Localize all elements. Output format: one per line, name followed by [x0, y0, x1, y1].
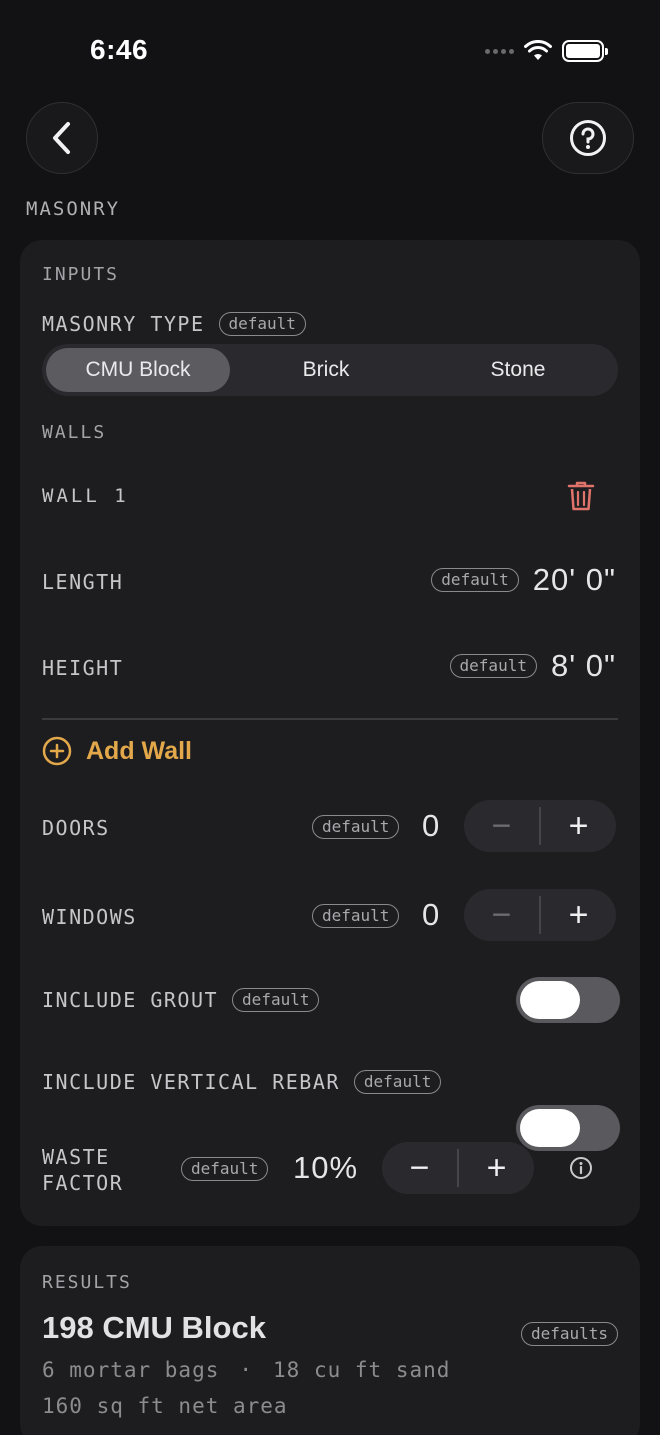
inputs-card: INPUTS MASONRY TYPE default CMU Block Br… — [20, 240, 640, 1226]
height-value-row[interactable]: default 8' 0" — [449, 648, 616, 684]
include-rebar-label: INCLUDE VERTICAL REBAR — [42, 1070, 340, 1094]
waste-increment-button[interactable]: + — [459, 1142, 534, 1194]
default-badge: default — [181, 1157, 269, 1181]
length-label: LENGTH — [42, 570, 124, 594]
results-headline: 198 CMU Block — [42, 1310, 266, 1345]
segment-stone[interactable]: Stone — [422, 348, 614, 392]
windows-stepper: − + — [464, 889, 616, 941]
length-value[interactable]: 20' 0" — [533, 562, 616, 598]
add-wall-button[interactable]: Add Wall — [42, 736, 192, 766]
waste-factor-label: WASTE FACTOR — [42, 1145, 124, 1195]
results-line-1: 6 mortar bags · 18 cu ft sand — [42, 1358, 450, 1382]
include-grout-label: INCLUDE GROUT — [42, 988, 219, 1012]
results-card: RESULTS 198 CMU Block defaults 6 mortar … — [20, 1246, 640, 1435]
question-circle-icon — [570, 120, 606, 156]
height-value[interactable]: 8' 0" — [551, 648, 616, 684]
include-grout-toggle[interactable] — [516, 977, 620, 1023]
mortar-bags: 6 mortar bags — [42, 1358, 220, 1382]
defaults-badge: defaults — [520, 1322, 618, 1346]
default-badge: default — [353, 1070, 442, 1094]
masonry-type-segmented-control: CMU Block Brick Stone — [42, 344, 618, 396]
waste-info-button[interactable] — [569, 1156, 593, 1185]
masonry-type-row: MASONRY TYPE default — [42, 312, 306, 336]
windows-label: WINDOWS — [42, 905, 137, 929]
wall-title: WALL 1 — [42, 485, 129, 507]
results-header: RESULTS — [42, 1272, 132, 1293]
doors-value: 0 — [422, 808, 441, 843]
back-button[interactable] — [26, 102, 98, 174]
doors-label: DOORS — [42, 816, 110, 840]
trash-icon — [567, 481, 595, 511]
default-badge: default — [312, 815, 400, 839]
separator-dot: · — [239, 1358, 254, 1382]
battery-icon — [562, 40, 608, 62]
masonry-type-label: MASONRY TYPE — [42, 312, 205, 336]
include-grout-row: INCLUDE GROUT default — [42, 988, 320, 1012]
wifi-icon — [524, 40, 552, 60]
divider — [42, 718, 618, 720]
include-rebar-row: INCLUDE VERTICAL REBAR default — [42, 1070, 442, 1094]
info-icon — [570, 1157, 592, 1179]
doors-increment-button[interactable]: + — [541, 800, 616, 852]
segment-brick[interactable]: Brick — [230, 348, 422, 392]
inputs-header: INPUTS — [42, 264, 120, 285]
length-value-row[interactable]: default 20' 0" — [431, 562, 616, 598]
doors-decrement-button[interactable]: − — [464, 800, 539, 852]
windows-decrement-button[interactable]: − — [464, 889, 539, 941]
net-area: 160 sq ft net area — [42, 1394, 288, 1418]
default-badge: default — [312, 904, 400, 928]
windows-value: 0 — [422, 897, 441, 932]
page-section-title: MASONRY — [26, 198, 121, 220]
default-badge: default — [431, 568, 519, 592]
default-badge: default — [449, 654, 537, 678]
toggle-knob — [520, 981, 580, 1019]
windows-increment-button[interactable]: + — [541, 889, 616, 941]
sand-volume: 18 cu ft sand — [273, 1358, 451, 1382]
delete-wall-button[interactable] — [567, 480, 595, 517]
height-label: HEIGHT — [42, 656, 124, 680]
default-badge: default — [232, 988, 320, 1012]
waste-factor-stepper: − + — [382, 1142, 534, 1194]
walls-header: WALLS — [42, 422, 107, 443]
help-button[interactable] — [542, 102, 634, 174]
waste-decrement-button[interactable]: − — [382, 1142, 457, 1194]
cellular-signal-icon — [485, 48, 514, 54]
status-icons — [485, 40, 608, 62]
chevron-left-icon — [53, 122, 70, 154]
doors-stepper: − + — [464, 800, 616, 852]
add-wall-label: Add Wall — [86, 736, 193, 765]
segment-cmu-block[interactable]: CMU Block — [46, 348, 230, 392]
status-time: 6:46 — [90, 34, 149, 65]
default-badge: default — [218, 312, 306, 336]
plus-circle-icon — [42, 736, 72, 766]
waste-factor-value: 10% — [293, 1150, 359, 1185]
